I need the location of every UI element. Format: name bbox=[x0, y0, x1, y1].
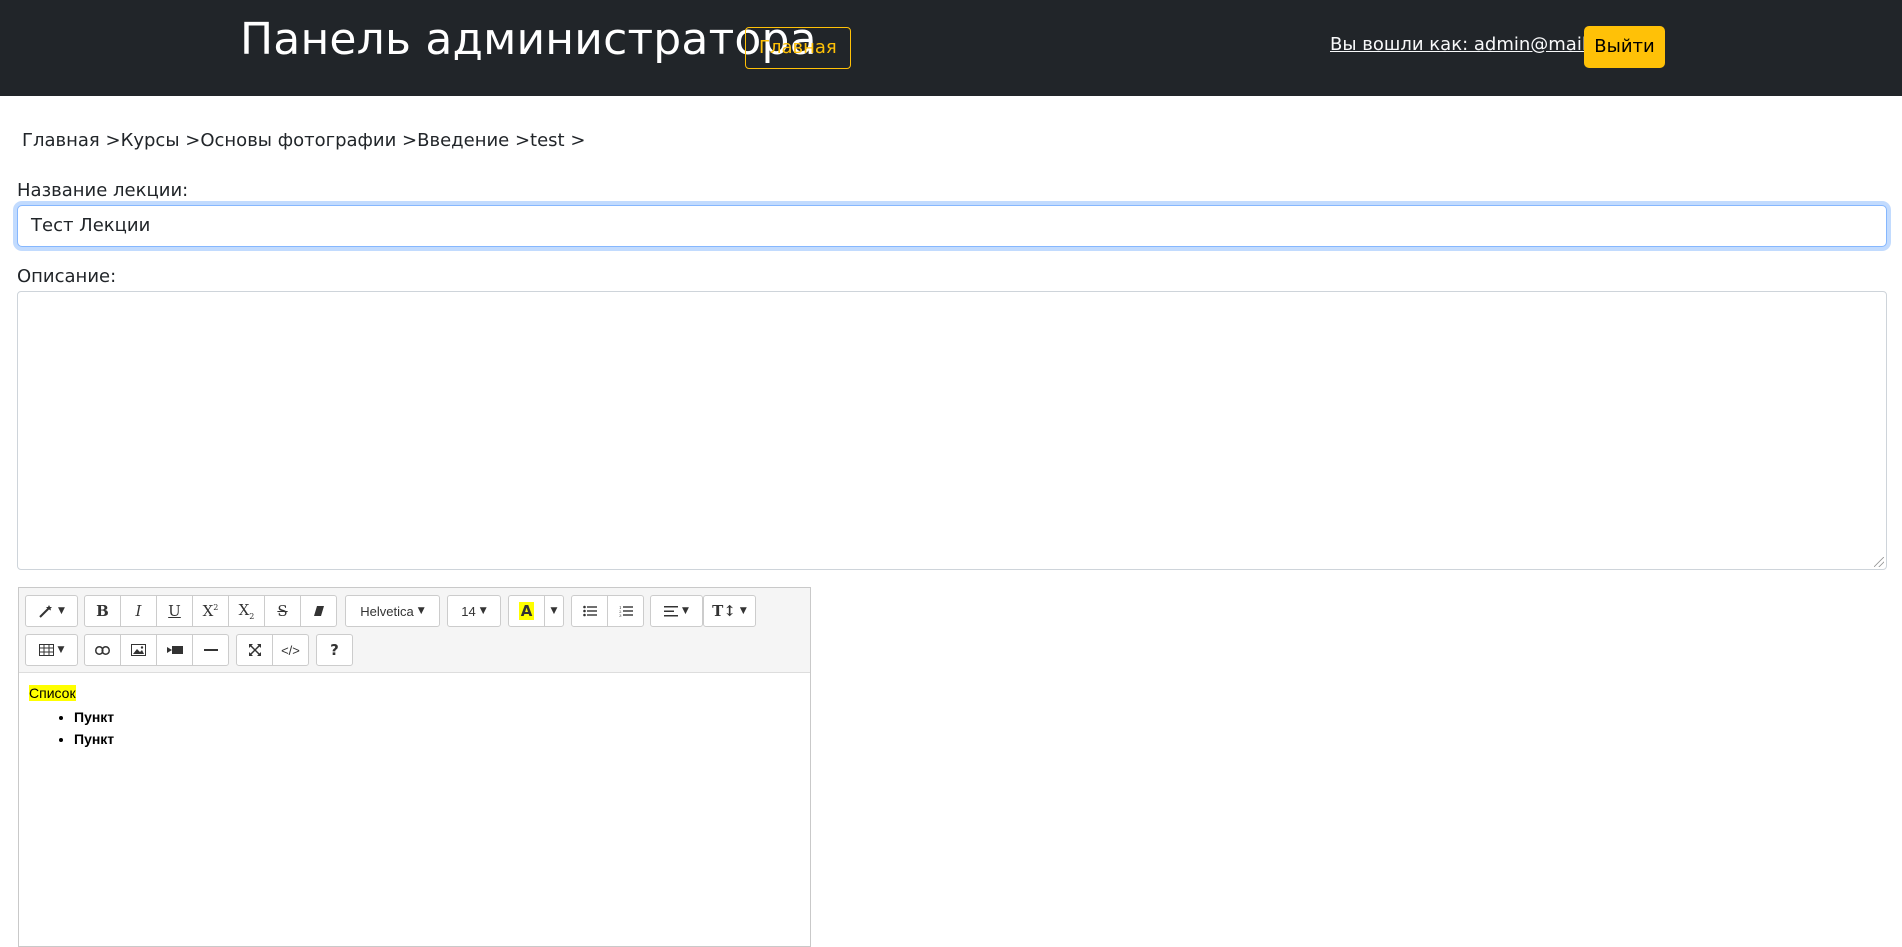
ordered-list-button[interactable]: 123 bbox=[607, 595, 644, 627]
text-color-dropdown[interactable]: ▼ bbox=[544, 595, 564, 627]
italic-button[interactable]: I bbox=[120, 595, 157, 627]
underline-icon: U bbox=[168, 602, 181, 620]
breadcrumb-item-courses[interactable]: Курсы > bbox=[121, 130, 201, 151]
magic-wand-icon bbox=[39, 605, 53, 618]
chevron-down-icon: ▼ bbox=[417, 606, 425, 616]
superscript-icon: X2 bbox=[202, 602, 219, 620]
logout-button[interactable]: Выйти bbox=[1584, 26, 1665, 68]
font-name-value: Helvetica bbox=[360, 603, 414, 619]
font-name-dropdown[interactable]: Helvetica ▼ bbox=[345, 595, 440, 627]
code-view-button[interactable]: </> bbox=[272, 634, 309, 666]
superscript-button[interactable]: X2 bbox=[192, 595, 229, 627]
navbar: Панель администратора Главная Вы вошли к… bbox=[0, 0, 1902, 96]
insert-video-button[interactable] bbox=[156, 634, 193, 666]
chevron-down-icon: ▼ bbox=[57, 645, 65, 655]
font-size-value: 14 bbox=[461, 603, 476, 619]
home-button[interactable]: Главная bbox=[745, 27, 851, 69]
expand-icon bbox=[248, 644, 261, 656]
chevron-down-icon: ▼ bbox=[58, 606, 65, 616]
editor-toolbar: ▼ B I U X2 X2 S Helvetica ▼ 14 ▼ A ▼ 123 ▼ bbox=[19, 588, 810, 673]
code-icon: </> bbox=[281, 642, 300, 658]
align-left-icon bbox=[664, 605, 679, 616]
fullscreen-button[interactable] bbox=[236, 634, 273, 666]
lecture-title-input[interactable]: Тест Лекции bbox=[17, 205, 1887, 247]
breadcrumb-item-home[interactable]: Главная > bbox=[22, 130, 121, 151]
breadcrumb: Главная >Курсы >Основы фотографии >Введе… bbox=[22, 130, 585, 151]
chevron-down-icon: ▼ bbox=[479, 606, 487, 616]
brand-title: Панель администратора bbox=[240, 14, 817, 65]
subscript-button[interactable]: X2 bbox=[228, 595, 265, 627]
svg-text:3: 3 bbox=[619, 613, 622, 617]
minus-icon bbox=[203, 649, 218, 651]
chevron-down-icon: ▼ bbox=[550, 606, 558, 616]
lecture-title-label: Название лекции: bbox=[17, 180, 189, 201]
user-account-link[interactable]: Вы вошли как: admin@mail.ru bbox=[1330, 34, 1611, 55]
resize-handle[interactable] bbox=[1874, 557, 1884, 567]
link-icon bbox=[95, 645, 110, 655]
table-icon bbox=[38, 644, 54, 656]
list-item: Пункт bbox=[74, 706, 114, 728]
editor-content-area[interactable]: Список Пункт Пункт bbox=[29, 685, 114, 750]
underline-button[interactable]: U bbox=[156, 595, 193, 627]
strikethrough-icon: S bbox=[277, 602, 288, 620]
line-height-dropdown[interactable]: T↕ ▼ bbox=[703, 595, 756, 627]
breadcrumb-item-module[interactable]: Введение > bbox=[417, 130, 530, 151]
chevron-down-icon: ▼ bbox=[682, 606, 689, 616]
style-dropdown-button[interactable]: ▼ bbox=[25, 595, 78, 627]
bullet-list-icon bbox=[582, 605, 597, 617]
insert-image-button[interactable] bbox=[120, 634, 157, 666]
text-color-button[interactable]: A bbox=[508, 595, 545, 627]
clear-format-button[interactable] bbox=[300, 595, 337, 627]
description-label: Описание: bbox=[17, 266, 117, 287]
unordered-list-button[interactable] bbox=[571, 595, 608, 627]
image-icon bbox=[131, 644, 146, 656]
numbered-list-icon: 123 bbox=[619, 605, 633, 617]
bold-icon: B bbox=[96, 602, 109, 620]
breadcrumb-item-lecture[interactable]: test > bbox=[530, 130, 585, 151]
font-size-dropdown[interactable]: 14 ▼ bbox=[447, 595, 501, 627]
bold-button[interactable]: B bbox=[84, 595, 121, 627]
video-icon bbox=[166, 646, 183, 654]
help-button[interactable]: ? bbox=[316, 634, 353, 666]
rich-text-editor: ▼ B I U X2 X2 S Helvetica ▼ 14 ▼ A ▼ 123 ▼ bbox=[18, 587, 811, 947]
italic-icon: I bbox=[135, 602, 142, 620]
eraser-icon bbox=[313, 606, 324, 616]
table-dropdown-button[interactable]: ▼ bbox=[25, 634, 78, 666]
chevron-down-icon: ▼ bbox=[739, 606, 747, 616]
description-textarea[interactable] bbox=[17, 291, 1887, 570]
highlighted-text: Список bbox=[29, 685, 76, 701]
list-item: Пункт bbox=[74, 728, 114, 750]
horizontal-rule-button[interactable] bbox=[192, 634, 229, 666]
question-icon: ? bbox=[330, 641, 339, 659]
text-height-icon: T↕ bbox=[712, 602, 736, 620]
breadcrumb-item-course[interactable]: Основы фотографии > bbox=[200, 130, 417, 151]
text-color-icon: A bbox=[518, 602, 535, 620]
paragraph-align-dropdown[interactable]: ▼ bbox=[650, 595, 703, 627]
subscript-icon: X2 bbox=[238, 601, 255, 621]
bullet-list: Пункт Пункт bbox=[29, 706, 114, 750]
insert-link-button[interactable] bbox=[84, 634, 121, 666]
strikethrough-button[interactable]: S bbox=[264, 595, 301, 627]
